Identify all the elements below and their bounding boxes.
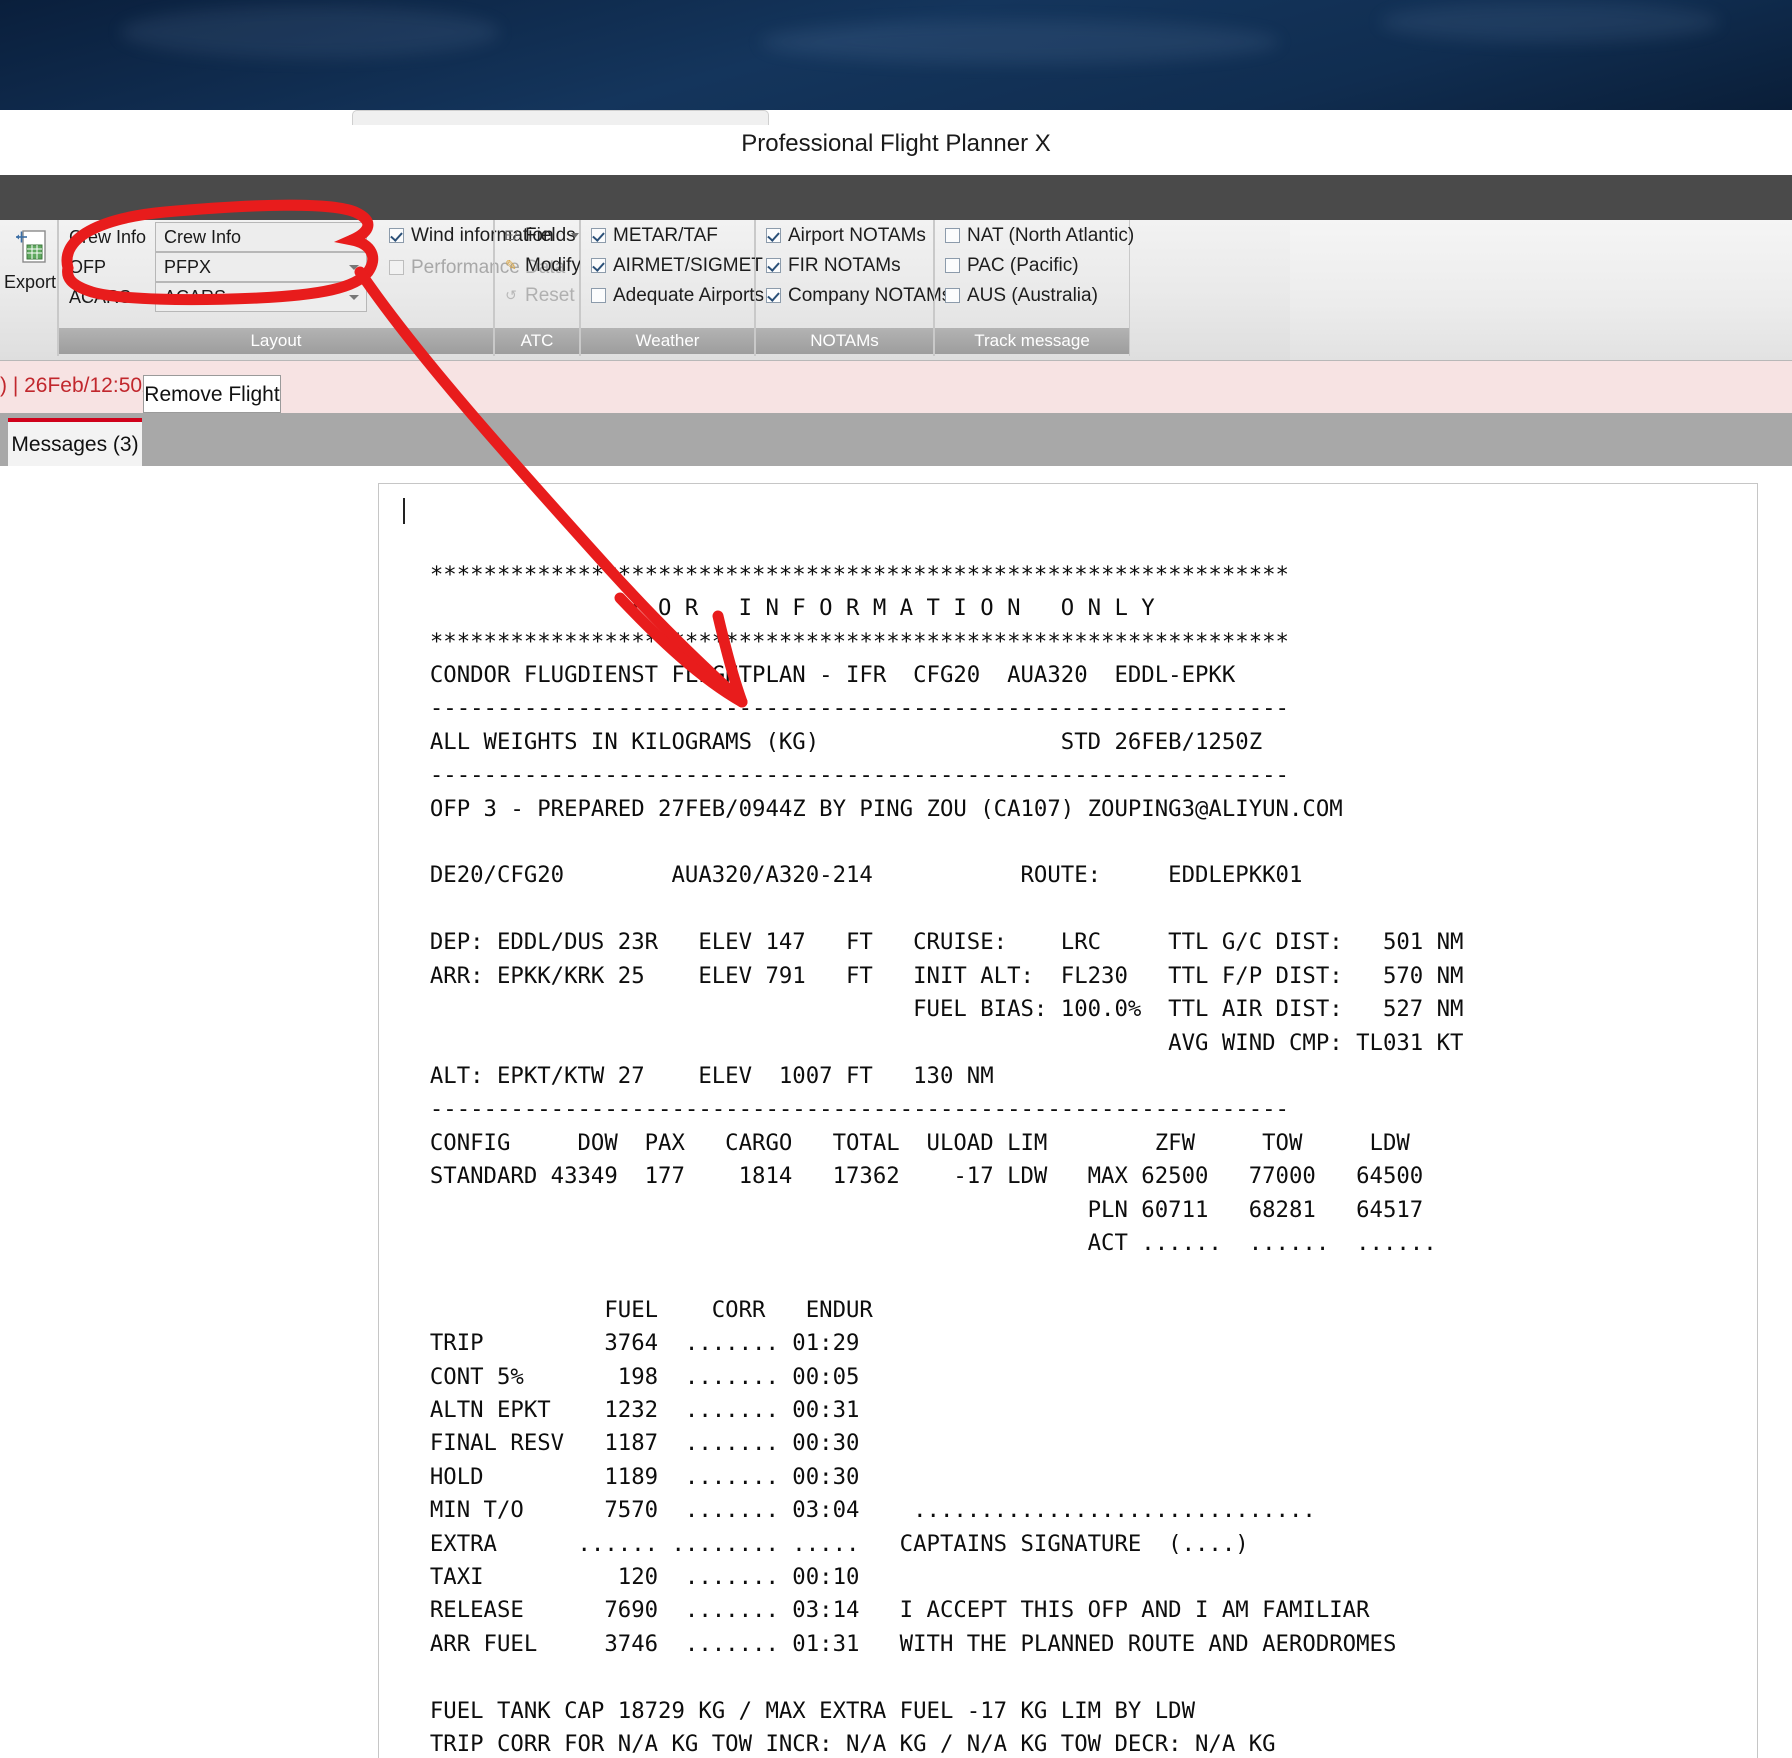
acars-select[interactable]: ACARS <box>155 282 367 312</box>
airmet-sigmet-label: AIRMET/SIGMET <box>613 255 763 276</box>
acars-row: ACARS ACARS <box>69 282 487 312</box>
modify-label: Modify <box>525 255 581 276</box>
checkbox-icon[interactable] <box>945 228 960 243</box>
ribbon-group-layout: Crew Info Crew Info OFP PFPX ACARS ACARS… <box>58 220 565 356</box>
ribbon-group-layout-title: Layout <box>59 328 493 354</box>
editor-left-margin <box>0 466 378 1758</box>
metar-taf-checkbox[interactable]: METAR/TAF <box>591 222 756 251</box>
pac-checkbox[interactable]: PAC (Pacific) <box>945 252 1135 281</box>
metar-taf-label: METAR/TAF <box>613 225 718 246</box>
airmet-sigmet-checkbox[interactable]: AIRMET/SIGMET <box>591 252 763 281</box>
ribbon-group-export: Export <box>0 220 58 356</box>
checkbox-icon[interactable] <box>591 288 606 303</box>
aus-label: AUS (Australia) <box>967 285 1098 306</box>
reset-label: Reset <box>525 285 575 306</box>
checkbox-icon[interactable] <box>389 228 404 243</box>
ribbon-group-atc-title: ATC <box>495 328 579 354</box>
airport-notams-checkbox[interactable]: Airport NOTAMs <box>766 222 936 251</box>
ribbon-group-weather-title: Weather <box>581 328 754 354</box>
company-notams-checkbox[interactable]: Company NOTAMs <box>766 282 951 311</box>
remove-flight-button[interactable]: Remove Flight <box>143 375 281 413</box>
adequate-airports-checkbox[interactable]: Adequate Airports <box>591 282 766 311</box>
checkbox-icon[interactable] <box>591 228 606 243</box>
ribbon: Export Crew Info Crew Info OFP PFPX ACAR… <box>0 220 1290 361</box>
export-button[interactable]: Export <box>2 220 58 330</box>
editor-area: ****************************************… <box>0 466 1792 1758</box>
acars-value: ACARS <box>164 287 227 307</box>
ribbon-group-atc: E/ Fields ✎ Modify ↺ Reset ATC <box>494 220 581 356</box>
ribbon-group-weather: METAR/TAF AIRMET/SIGMET Adequate Airport… <box>580 220 764 356</box>
ofp-select[interactable]: PFPX <box>155 252 367 282</box>
ofp-document-text[interactable]: ****************************************… <box>403 492 1464 1758</box>
crew-info-label: Crew Info <box>69 227 147 247</box>
fir-notams-checkbox[interactable]: FIR NOTAMs <box>766 252 936 281</box>
chevron-down-icon[interactable] <box>349 265 359 270</box>
ofp-value: PFPX <box>164 257 212 277</box>
checkbox-icon[interactable] <box>945 288 960 303</box>
modify-button[interactable]: ✎ Modify <box>501 252 581 281</box>
pencil-icon: ✎ <box>505 257 517 273</box>
crew-info-value: Crew Info <box>164 227 242 247</box>
ribbon-group-notams-title: NOTAMs <box>756 328 933 354</box>
ribbon-group-track-message: NAT (North Atlantic) PAC (Pacific) AUS (… <box>934 220 1134 356</box>
undo-icon: ↺ <box>505 287 517 303</box>
tab-strip <box>0 413 1792 466</box>
checkbox-icon[interactable] <box>766 288 781 303</box>
pac-label: PAC (Pacific) <box>967 255 1079 276</box>
aus-checkbox[interactable]: AUS (Australia) <box>945 282 1135 311</box>
fields-icon: E/ <box>504 227 518 243</box>
flight-status-text: ) | 26Feb/12:50z <box>0 374 153 397</box>
desktop-wallpaper <box>0 0 1792 110</box>
acars-label: ACARS <box>69 287 132 307</box>
app-root: Professional Flight Planner X Export Cre… <box>0 0 1792 1758</box>
ribbon-group-notams: Airport NOTAMs FIR NOTAMs Company NOTAMs… <box>755 220 951 356</box>
window-tab-stub[interactable] <box>352 110 769 125</box>
fir-notams-label: FIR NOTAMs <box>788 255 901 276</box>
chevron-down-icon[interactable] <box>349 235 359 240</box>
nat-label: NAT (North Atlantic) <box>967 225 1135 246</box>
fields-label: Fields <box>525 225 576 246</box>
fields-button[interactable]: E/ Fields <box>501 222 581 251</box>
ribbon-group-track-message-title: Track message <box>935 328 1129 354</box>
ribbon-empty-area <box>1290 220 1792 361</box>
ofp-text-editor[interactable]: ****************************************… <box>378 483 1758 1758</box>
export-button-label: Export <box>3 272 57 292</box>
reset-button: ↺ Reset <box>501 282 581 311</box>
tab-messages[interactable]: Messages (3) <box>8 418 142 466</box>
checkbox-icon[interactable] <box>591 258 606 273</box>
adequate-airports-label: Adequate Airports <box>613 285 765 306</box>
chevron-down-icon[interactable] <box>349 295 359 300</box>
ribbon-tab-band[interactable] <box>0 175 1792 220</box>
checkbox-icon <box>389 260 404 275</box>
window-titlebar: Professional Flight Planner X <box>0 110 1792 185</box>
checkbox-icon[interactable] <box>945 258 960 273</box>
airport-notams-label: Airport NOTAMs <box>788 225 926 246</box>
nat-checkbox[interactable]: NAT (North Atlantic) <box>945 222 1135 251</box>
app-title: Professional Flight Planner X <box>741 130 1051 157</box>
crew-info-select[interactable]: Crew Info <box>155 222 367 252</box>
chevron-down-icon[interactable] <box>571 233 579 238</box>
export-document-icon <box>14 228 48 268</box>
checkbox-icon[interactable] <box>766 258 781 273</box>
ofp-label: OFP <box>69 257 107 277</box>
company-notams-label: Company NOTAMs <box>788 285 952 306</box>
checkbox-icon[interactable] <box>766 228 781 243</box>
